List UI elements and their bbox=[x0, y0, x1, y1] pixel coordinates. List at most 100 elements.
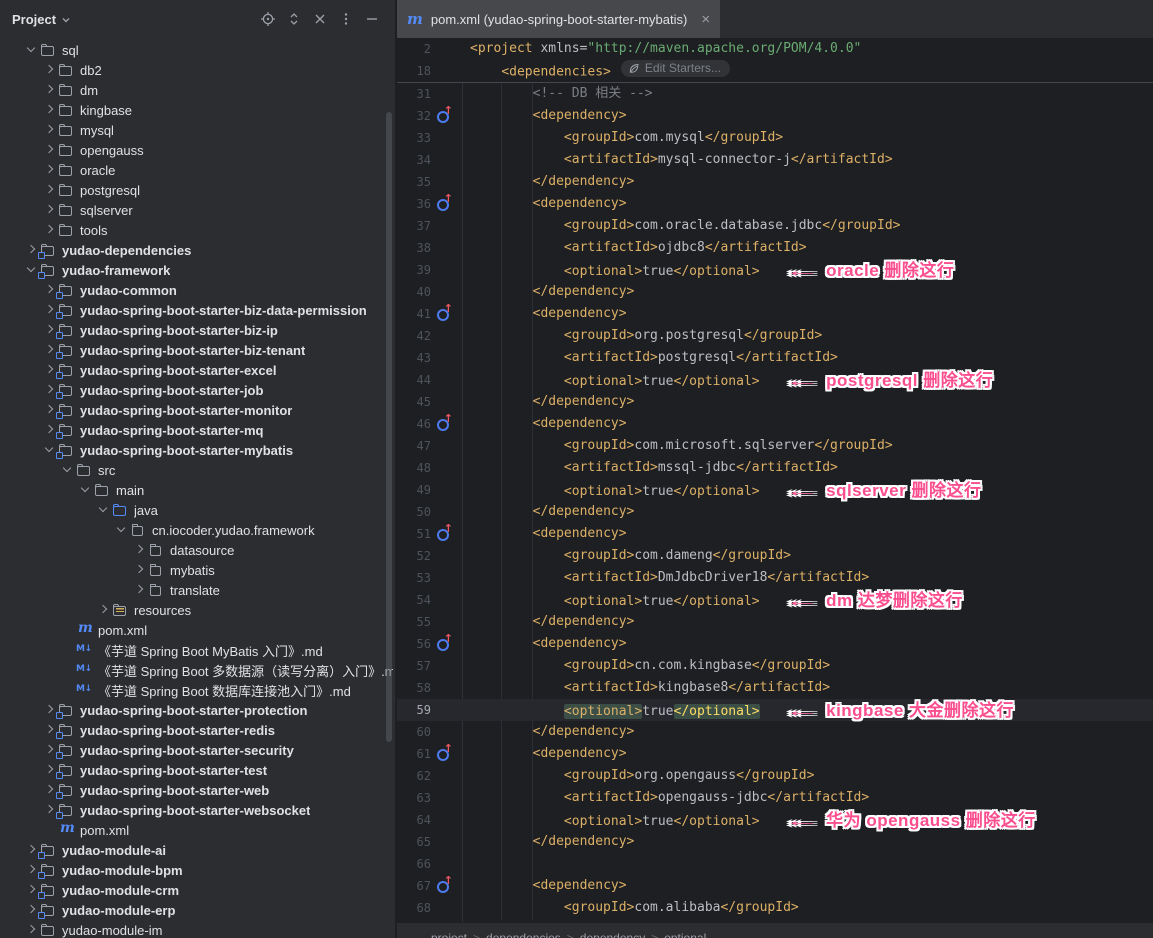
code-line[interactable]: 37 <groupId>com.oracle.database.jdbc</gr… bbox=[397, 215, 1153, 237]
code-line[interactable]: 57 <groupId>cn.com.kingbase</groupId> bbox=[397, 655, 1153, 677]
tree-item[interactable]: pom.xml bbox=[0, 820, 393, 840]
code-line[interactable]: 35 </dependency> bbox=[397, 171, 1153, 193]
code-line[interactable]: 56 <dependency> bbox=[397, 633, 1153, 655]
code-line[interactable]: 50 </dependency> bbox=[397, 501, 1153, 523]
chevron-collapsed-icon[interactable] bbox=[41, 202, 58, 218]
collapse-all-icon[interactable] bbox=[307, 6, 333, 32]
breadcrumb-item[interactable]: optional bbox=[664, 931, 706, 938]
code-line[interactable]: 66 bbox=[397, 853, 1153, 875]
code-line[interactable]: 63 <artifactId>opengauss-jdbc</artifactI… bbox=[397, 787, 1153, 809]
code-line[interactable]: 58 <artifactId>kingbase8</artifactId> bbox=[397, 677, 1153, 699]
tree-scrollbar[interactable] bbox=[386, 112, 392, 742]
code-line[interactable]: 59 <optional>true</optional>←kingbase 大金… bbox=[397, 699, 1153, 721]
tree-item[interactable]: yudao-module-bpm bbox=[0, 860, 393, 880]
code-line[interactable]: 43 <artifactId>postgresql</artifactId> bbox=[397, 347, 1153, 369]
tree-item[interactable]: oracle bbox=[0, 160, 393, 180]
code-line[interactable]: 18 <dependencies>Edit Starters... bbox=[397, 60, 1153, 82]
tree-item[interactable]: yudao-module-crm bbox=[0, 880, 393, 900]
tree-item[interactable]: postgresql bbox=[0, 180, 393, 200]
tree-item[interactable]: yudao-spring-boot-starter-excel bbox=[0, 360, 393, 380]
chevron-collapsed-icon[interactable] bbox=[41, 62, 58, 78]
tree-item[interactable]: yudao-module-ai bbox=[0, 840, 393, 860]
maven-dependency-gutter-icon[interactable] bbox=[437, 111, 449, 123]
tree-item[interactable]: yudao-common bbox=[0, 280, 393, 300]
tree-item[interactable]: tools bbox=[0, 220, 393, 240]
tree-item[interactable]: 《芋道 Spring Boot 多数据源（读写分离）入门》.md bbox=[0, 660, 393, 680]
tree-item[interactable]: yudao-module-erp bbox=[0, 900, 393, 920]
chevron-collapsed-icon[interactable] bbox=[95, 602, 112, 618]
tree-item[interactable]: yudao-spring-boot-starter-biz-ip bbox=[0, 320, 393, 340]
code-line[interactable]: 64 <optional>true</optional>←华为 opengaus… bbox=[397, 809, 1153, 831]
code-line[interactable]: 68 <groupId>com.alibaba</groupId> bbox=[397, 897, 1153, 919]
expand-all-icon[interactable] bbox=[281, 6, 307, 32]
code-line[interactable]: 41 <dependency> bbox=[397, 303, 1153, 325]
chevron-collapsed-icon[interactable] bbox=[131, 582, 148, 598]
code-line[interactable]: 52 <groupId>com.dameng</groupId> bbox=[397, 545, 1153, 567]
code-line[interactable]: 32 <dependency> bbox=[397, 105, 1153, 127]
project-panel-title-group[interactable]: Project bbox=[12, 12, 71, 27]
maven-dependency-gutter-icon[interactable] bbox=[437, 309, 449, 321]
tree-item[interactable]: sql bbox=[0, 40, 393, 60]
locate-icon[interactable] bbox=[255, 6, 281, 32]
code-line[interactable]: 42 <groupId>org.postgresql</groupId> bbox=[397, 325, 1153, 347]
chevron-collapsed-icon[interactable] bbox=[41, 122, 58, 138]
code-line[interactable]: 34 <artifactId>mysql-connector-j</artifa… bbox=[397, 149, 1153, 171]
tree-item[interactable]: datasource bbox=[0, 540, 393, 560]
tree-item[interactable]: yudao-dependencies bbox=[0, 240, 393, 260]
code-line[interactable]: 36 <dependency> bbox=[397, 193, 1153, 215]
tree-item[interactable]: yudao-framework bbox=[0, 260, 393, 280]
code-line[interactable]: 38 <artifactId>ojdbc8</artifactId> bbox=[397, 237, 1153, 259]
chevron-collapsed-icon[interactable] bbox=[41, 142, 58, 158]
chevron-collapsed-icon[interactable] bbox=[131, 562, 148, 578]
tree-item[interactable]: db2 bbox=[0, 60, 393, 80]
chevron-collapsed-icon[interactable] bbox=[41, 82, 58, 98]
tree-item[interactable]: yudao-spring-boot-starter-security bbox=[0, 740, 393, 760]
close-icon[interactable]: × bbox=[701, 12, 710, 27]
tree-item[interactable]: main bbox=[0, 480, 393, 500]
tree-item[interactable]: yudao-spring-boot-starter-mybatis bbox=[0, 440, 393, 460]
tree-item[interactable]: yudao-spring-boot-starter-protection bbox=[0, 700, 393, 720]
tree-item[interactable]: translate bbox=[0, 580, 393, 600]
tree-item[interactable]: dm bbox=[0, 80, 393, 100]
tree-item[interactable]: yudao-spring-boot-starter-monitor bbox=[0, 400, 393, 420]
code-line[interactable]: 49 <optional>true</optional>←sqlserver 删… bbox=[397, 479, 1153, 501]
code-line[interactable]: 61 <dependency> bbox=[397, 743, 1153, 765]
code-line[interactable]: 48 <artifactId>mssql-jdbc</artifactId> bbox=[397, 457, 1153, 479]
breadcrumb-item[interactable]: dependency bbox=[580, 931, 645, 938]
tree-item[interactable]: pom.xml bbox=[0, 620, 393, 640]
code-line[interactable]: 55 </dependency> bbox=[397, 611, 1153, 633]
code-line[interactable]: 62 <groupId>org.opengauss</groupId> bbox=[397, 765, 1153, 787]
editor-tab[interactable]: m pom.xml (yudao-spring-boot-starter-myb… bbox=[397, 0, 720, 38]
code-line[interactable]: 65 </dependency> bbox=[397, 831, 1153, 853]
maven-dependency-gutter-icon[interactable] bbox=[437, 639, 449, 651]
tree-item[interactable]: 《芋道 Spring Boot 数据库连接池入门》.md bbox=[0, 680, 393, 700]
code-line[interactable]: 33 <groupId>com.mysql</groupId> bbox=[397, 127, 1153, 149]
maven-dependency-gutter-icon[interactable] bbox=[437, 881, 449, 893]
tree-item[interactable]: 《芋道 Spring Boot MyBatis 入门》.md bbox=[0, 640, 393, 660]
maven-dependency-gutter-icon[interactable] bbox=[437, 199, 449, 211]
more-options-icon[interactable] bbox=[333, 6, 359, 32]
code-line[interactable]: 51 <dependency> bbox=[397, 523, 1153, 545]
tree-item[interactable]: kingbase bbox=[0, 100, 393, 120]
tree-item[interactable]: sqlserver bbox=[0, 200, 393, 220]
tree-item[interactable]: yudao-spring-boot-starter-test bbox=[0, 760, 393, 780]
chevron-collapsed-icon[interactable] bbox=[41, 182, 58, 198]
breadcrumb-item[interactable]: dependencies bbox=[486, 931, 561, 938]
chevron-expanded-icon[interactable] bbox=[59, 462, 76, 478]
code-line[interactable]: 44 <optional>true</optional>←postgresql … bbox=[397, 369, 1153, 391]
code-line[interactable]: 46 <dependency> bbox=[397, 413, 1153, 435]
code-line[interactable]: 54 <optional>true</optional>←dm 达梦删除这行 bbox=[397, 589, 1153, 611]
tree-item[interactable]: cn.iocoder.yudao.framework bbox=[0, 520, 393, 540]
hide-panel-icon[interactable] bbox=[359, 6, 385, 32]
tree-item[interactable]: resources bbox=[0, 600, 393, 620]
chevron-collapsed-icon[interactable] bbox=[41, 102, 58, 118]
maven-dependency-gutter-icon[interactable] bbox=[437, 749, 449, 761]
code-line[interactable]: 2<project xmlns="http://maven.apache.org… bbox=[397, 38, 1153, 60]
code-editor[interactable]: 31 <!-- DB 相关 -->32 <dependency>33 <grou… bbox=[397, 83, 1153, 923]
chevron-expanded-icon[interactable] bbox=[23, 42, 40, 58]
code-line[interactable]: 45 </dependency> bbox=[397, 391, 1153, 413]
tree-item[interactable]: mybatis bbox=[0, 560, 393, 580]
tree-item[interactable]: java bbox=[0, 500, 393, 520]
code-line[interactable]: 47 <groupId>com.microsoft.sqlserver</gro… bbox=[397, 435, 1153, 457]
tree-item[interactable]: yudao-spring-boot-starter-websocket bbox=[0, 800, 393, 820]
